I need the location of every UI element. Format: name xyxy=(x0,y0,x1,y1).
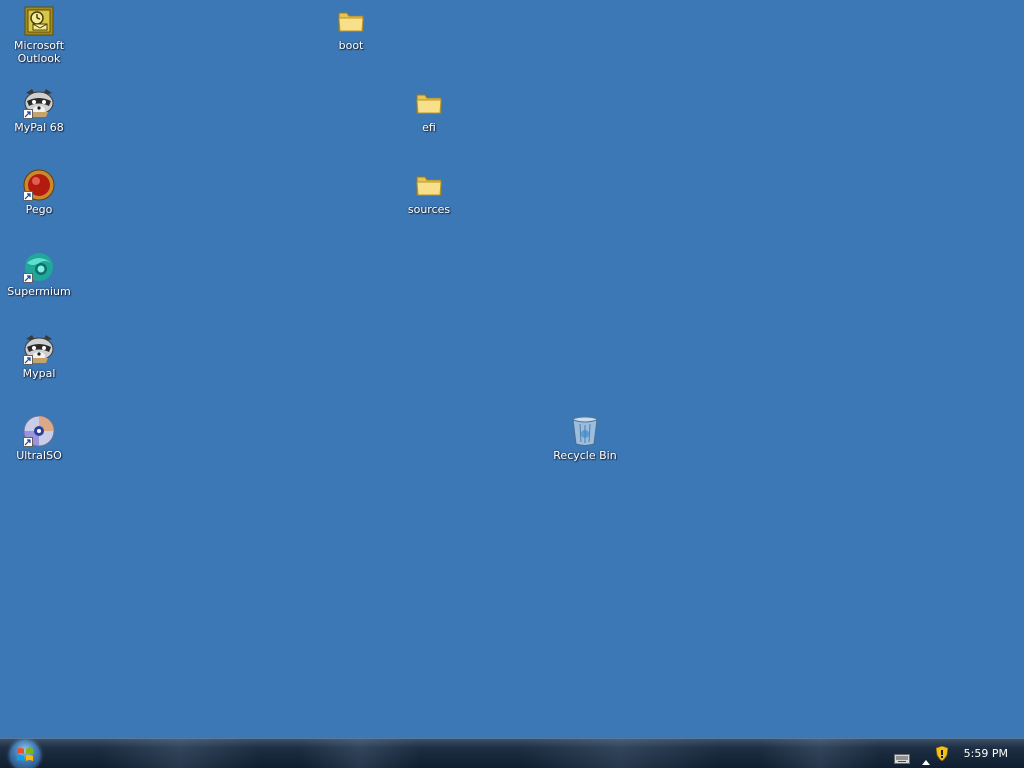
folder-icon xyxy=(411,167,447,203)
shortcut-arrow-icon xyxy=(23,355,33,365)
security-shield-icon[interactable] xyxy=(935,745,949,765)
desktop-icon-mypal[interactable]: Mypal xyxy=(1,331,77,380)
desktop-icon-recycle-bin[interactable]: Recycle Bin xyxy=(547,413,623,462)
outlook-icon xyxy=(21,3,57,39)
pego-icon xyxy=(21,167,57,203)
desktop-icon-ultraiso[interactable]: UltraISO xyxy=(1,413,77,462)
folder-icon xyxy=(333,3,369,39)
taskbar[interactable]: 5:59 PM xyxy=(0,738,1024,768)
desktop-icon-mypal-68[interactable]: MyPal 68 xyxy=(1,85,77,134)
start-button[interactable] xyxy=(10,740,40,768)
shortcut-arrow-icon xyxy=(23,437,33,447)
raccoon-icon xyxy=(21,331,57,367)
desktop-icon-supermium[interactable]: Supermium xyxy=(1,249,77,298)
desktop[interactable]: Microsoft Outlook MyPal 68 Pego Supermiu… xyxy=(0,0,1024,738)
desktop-icon-label: UltraISO xyxy=(16,449,62,462)
disc-icon xyxy=(21,413,57,449)
desktop-icon-folder-boot[interactable]: boot xyxy=(313,3,389,52)
desktop-icon-label: Microsoft Outlook xyxy=(13,39,65,65)
clock[interactable]: 5:59 PM xyxy=(964,747,1008,760)
desktop-icon-label: Mypal xyxy=(22,367,56,380)
desktop-icon-label: boot xyxy=(338,39,364,52)
show-hidden-icons-arrow[interactable] xyxy=(922,750,930,768)
raccoon-icon xyxy=(21,85,57,121)
desktop-icon-microsoft-outlook[interactable]: Microsoft Outlook xyxy=(1,3,77,65)
supermium-icon xyxy=(21,249,57,285)
keyboard-icon[interactable] xyxy=(894,749,910,768)
recycle-bin-icon xyxy=(567,413,603,449)
desktop-icon-label: Supermium xyxy=(7,285,71,298)
shortcut-arrow-icon xyxy=(23,191,33,201)
desktop-icon-label: efi xyxy=(422,121,436,134)
system-tray: 5:59 PM xyxy=(884,739,1024,768)
desktop-icon-folder-sources[interactable]: sources xyxy=(391,167,467,216)
desktop-icon-label: Recycle Bin xyxy=(553,449,617,462)
desktop-icon-label: Pego xyxy=(25,203,53,216)
desktop-icon-pego[interactable]: Pego xyxy=(1,167,77,216)
desktop-icon-label: sources xyxy=(407,203,451,216)
shortcut-arrow-icon xyxy=(23,109,33,119)
desktop-icon-label: MyPal 68 xyxy=(14,121,64,134)
windows-logo-icon xyxy=(17,748,33,761)
shortcut-arrow-icon xyxy=(23,273,33,283)
folder-icon xyxy=(411,85,447,121)
desktop-icon-folder-efi[interactable]: efi xyxy=(391,85,467,134)
